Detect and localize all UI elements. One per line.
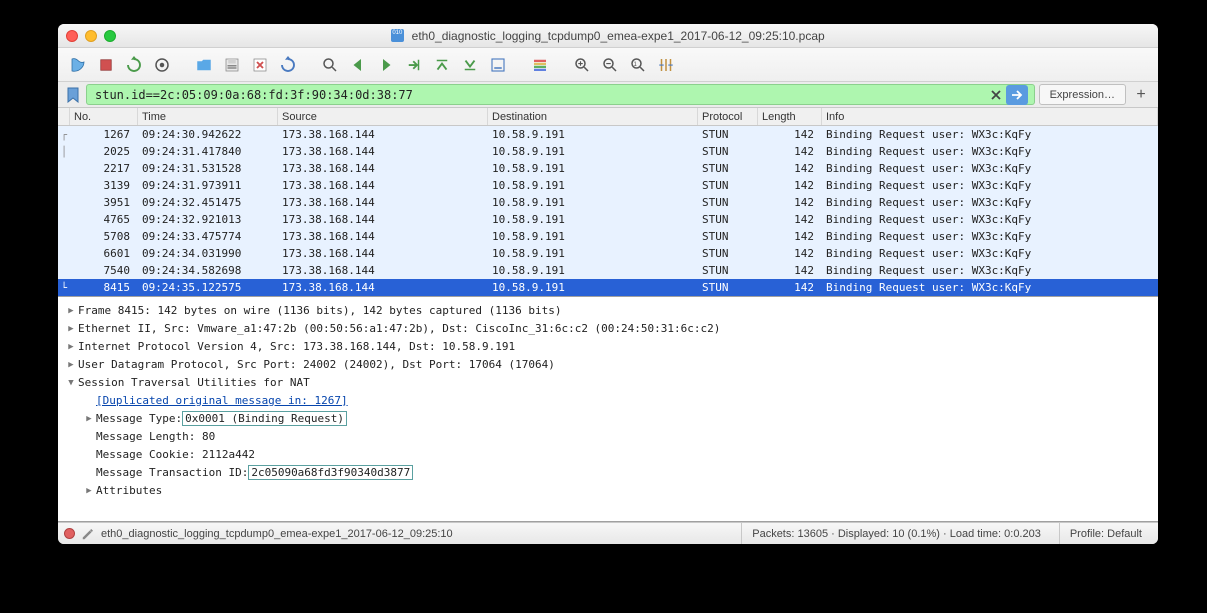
zoom-reset-button[interactable]: 1	[626, 53, 650, 77]
display-filter-field[interactable]	[86, 84, 1035, 105]
stop-capture-button[interactable]	[94, 53, 118, 77]
status-file-label: eth0_diagnostic_logging_tcpdump0_emea-ex…	[101, 528, 453, 540]
add-filter-tab-button[interactable]: +	[1130, 84, 1152, 105]
column-header-no[interactable]: No.	[70, 108, 138, 125]
column-header-destination[interactable]: Destination	[488, 108, 698, 125]
window-title: eth0_diagnostic_logging_tcpdump0_emea-ex…	[58, 29, 1158, 43]
packet-details-pane: Frame 8415: 142 bytes on wire (1136 bits…	[58, 297, 1158, 522]
save-file-button[interactable]	[220, 53, 244, 77]
packet-row[interactable]: 476509:24:32.921013173.38.168.14410.58.9…	[58, 211, 1158, 228]
detail-frame[interactable]: Frame 8415: 142 bytes on wire (1136 bits…	[64, 301, 1152, 319]
main-toolbar: 1	[58, 48, 1158, 82]
expert-info-icon[interactable]	[64, 528, 75, 539]
restart-capture-button[interactable]	[122, 53, 146, 77]
detail-message-length[interactable]: Message Length: 80	[64, 427, 1152, 445]
go-forward-button[interactable]	[374, 53, 398, 77]
filter-bookmark-icon[interactable]	[64, 84, 82, 105]
filter-clear-icon[interactable]	[988, 87, 1004, 103]
detail-message-type[interactable]: Message Type: 0x0001 (Binding Request)	[64, 409, 1152, 427]
zoom-in-button[interactable]	[570, 53, 594, 77]
go-to-packet-button[interactable]	[402, 53, 426, 77]
packet-row[interactable]: ┌126709:24:30.942622173.38.168.14410.58.…	[58, 126, 1158, 143]
app-window: eth0_diagnostic_logging_tcpdump0_emea-ex…	[58, 24, 1158, 544]
detail-duplicated-link[interactable]: [Duplicated original message in: 1267]	[64, 391, 1152, 409]
filter-apply-icon[interactable]	[1006, 85, 1028, 105]
start-capture-button[interactable]	[66, 53, 90, 77]
display-filter-bar: Expression… +	[58, 82, 1158, 108]
detail-transaction-id[interactable]: Message Transaction ID: 2c05090a68fd3f90…	[64, 463, 1152, 481]
edit-capture-comment-icon[interactable]	[81, 527, 95, 541]
packet-row[interactable]: 395109:24:32.451475173.38.168.14410.58.9…	[58, 194, 1158, 211]
titlebar: eth0_diagnostic_logging_tcpdump0_emea-ex…	[58, 24, 1158, 48]
display-filter-input[interactable]	[93, 87, 988, 103]
reload-file-button[interactable]	[276, 53, 300, 77]
find-packet-button[interactable]	[318, 53, 342, 77]
packet-row[interactable]: 313909:24:31.973911173.38.168.14410.58.9…	[58, 177, 1158, 194]
status-profile[interactable]: Profile: Default	[1059, 523, 1152, 544]
packet-list-header[interactable]: No. Time Source Destination Protocol Len…	[58, 108, 1158, 126]
auto-scroll-button[interactable]	[486, 53, 510, 77]
colorize-button[interactable]	[528, 53, 552, 77]
zoom-out-button[interactable]	[598, 53, 622, 77]
packet-row[interactable]: │202509:24:31.417840173.38.168.14410.58.…	[58, 143, 1158, 160]
expression-button[interactable]: Expression…	[1039, 84, 1126, 105]
svg-text:1: 1	[634, 61, 638, 67]
detail-stun[interactable]: Session Traversal Utilities for NAT	[64, 373, 1152, 391]
column-header-info[interactable]: Info	[822, 108, 1158, 125]
window-title-text: eth0_diagnostic_logging_tcpdump0_emea-ex…	[412, 29, 825, 43]
go-to-last-button[interactable]	[458, 53, 482, 77]
detail-ip[interactable]: Internet Protocol Version 4, Src: 173.38…	[64, 337, 1152, 355]
detail-message-cookie[interactable]: Message Cookie: 2112a442	[64, 445, 1152, 463]
packet-row[interactable]: 754009:24:34.582698173.38.168.14410.58.9…	[58, 262, 1158, 279]
packet-row[interactable]: └841509:24:35.122575173.38.168.14410.58.…	[58, 279, 1158, 296]
detail-udp[interactable]: User Datagram Protocol, Src Port: 24002 …	[64, 355, 1152, 373]
pcap-file-icon	[391, 29, 404, 42]
column-header-time[interactable]: Time	[138, 108, 278, 125]
packet-row[interactable]: 221709:24:31.531528173.38.168.14410.58.9…	[58, 160, 1158, 177]
status-packets: Packets: 13605 · Displayed: 10 (0.1%) · …	[741, 523, 1051, 544]
column-header-source[interactable]: Source	[278, 108, 488, 125]
resize-columns-button[interactable]	[654, 53, 678, 77]
packet-list-pane: No. Time Source Destination Protocol Len…	[58, 108, 1158, 297]
packet-row[interactable]: 660109:24:34.031990173.38.168.14410.58.9…	[58, 245, 1158, 262]
status-bar: eth0_diagnostic_logging_tcpdump0_emea-ex…	[58, 522, 1158, 544]
detail-attributes[interactable]: Attributes	[64, 481, 1152, 499]
open-file-button[interactable]	[192, 53, 216, 77]
close-file-button[interactable]	[248, 53, 272, 77]
detail-ethernet[interactable]: Ethernet II, Src: Vmware_a1:47:2b (00:50…	[64, 319, 1152, 337]
capture-options-button[interactable]	[150, 53, 174, 77]
packet-row[interactable]: 570809:24:33.475774173.38.168.14410.58.9…	[58, 228, 1158, 245]
column-header-length[interactable]: Length	[758, 108, 822, 125]
go-to-first-button[interactable]	[430, 53, 454, 77]
go-back-button[interactable]	[346, 53, 370, 77]
column-header-protocol[interactable]: Protocol	[698, 108, 758, 125]
